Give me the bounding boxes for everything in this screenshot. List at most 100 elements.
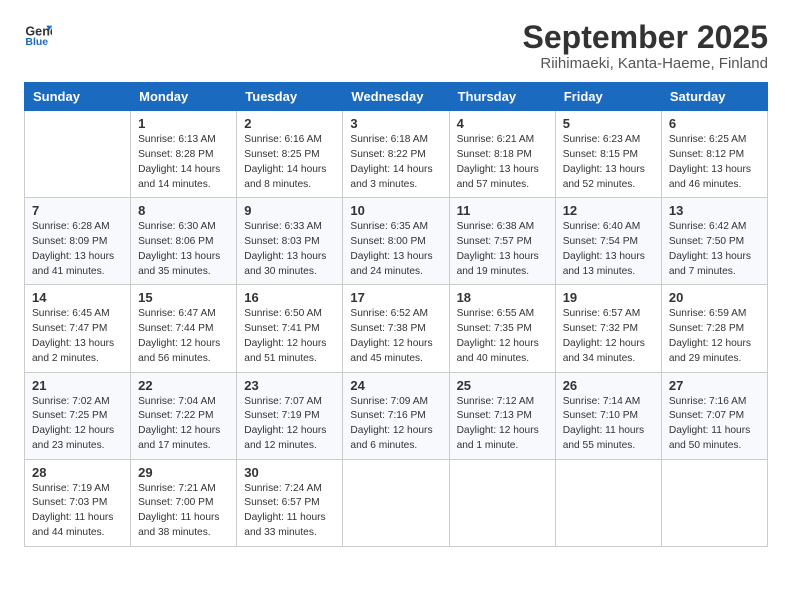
calendar-cell: 30 Sunrise: 7:24 AMSunset: 6:57 PMDayligh… [237, 459, 343, 546]
day-info: Sunrise: 6:21 AMSunset: 8:18 PMDaylight:… [457, 133, 548, 192]
day-info: Sunrise: 6:47 AMSunset: 7:44 PMDaylight:… [138, 307, 229, 366]
day-info: Sunrise: 7:19 AMSunset: 7:03 PMDaylight:… [32, 482, 123, 541]
day-info: Sunrise: 7:14 AMSunset: 7:10 PMDaylight:… [563, 395, 654, 454]
day-info: Sunrise: 6:23 AMSunset: 8:15 PMDaylight:… [563, 133, 654, 192]
day-info: Sunrise: 7:21 AMSunset: 7:00 PMDaylight:… [138, 482, 229, 541]
svg-text:Blue: Blue [25, 36, 48, 48]
weekday-header-friday: Friday [555, 83, 661, 111]
weekday-header-monday: Monday [131, 83, 237, 111]
calendar-cell: 24 Sunrise: 7:09 AMSunset: 7:16 PMDayligh… [343, 372, 449, 459]
calendar-cell: 6 Sunrise: 6:25 AMSunset: 8:12 PMDaylight… [661, 111, 767, 198]
day-info: Sunrise: 7:04 AMSunset: 7:22 PMDaylight:… [138, 395, 229, 454]
day-number: 30 [244, 465, 335, 480]
day-number: 5 [563, 116, 654, 131]
logo-icon: General Blue [24, 20, 52, 48]
day-info: Sunrise: 6:42 AMSunset: 7:50 PMDaylight:… [669, 220, 760, 279]
day-info: Sunrise: 6:50 AMSunset: 7:41 PMDaylight:… [244, 307, 335, 366]
day-number: 9 [244, 203, 335, 218]
calendar-cell: 23Sunrise: 7:07 AMSunset: 7:19 PMDayligh… [237, 372, 343, 459]
calendar-cell: 20Sunrise: 6:59 AMSunset: 7:28 PMDayligh… [661, 285, 767, 372]
day-number: 11 [457, 203, 548, 218]
calendar-cell [449, 459, 555, 546]
day-number: 20 [669, 290, 760, 305]
calendar-cell: 29Sunrise: 7:21 AMSunset: 7:00 PMDayligh… [131, 459, 237, 546]
day-info: Sunrise: 6:55 AMSunset: 7:35 PMDaylight:… [457, 307, 548, 366]
calendar-cell [343, 459, 449, 546]
calendar-cell: 21Sunrise: 7:02 AMSunset: 7:25 PMDayligh… [25, 372, 131, 459]
day-number: 16 [244, 290, 335, 305]
day-info: Sunrise: 6:35 AMSunset: 8:00 PMDaylight:… [350, 220, 441, 279]
calendar-cell: 1 Sunrise: 6:13 AMSunset: 8:28 PMDaylight… [131, 111, 237, 198]
location-title: Riihimaeki, Kanta-Haeme, Finland [523, 55, 768, 72]
day-info: Sunrise: 7:12 AMSunset: 7:13 PMDaylight:… [457, 395, 548, 454]
calendar-cell: 5 Sunrise: 6:23 AMSunset: 8:15 PMDaylight… [555, 111, 661, 198]
day-number: 26 [563, 378, 654, 393]
day-number: 22 [138, 378, 229, 393]
day-info: Sunrise: 6:28 AMSunset: 8:09 PMDaylight:… [32, 220, 123, 279]
weekday-header-sunday: Sunday [25, 83, 131, 111]
day-info: Sunrise: 6:52 AMSunset: 7:38 PMDaylight:… [350, 307, 441, 366]
title-area: September 2025 Riihimaeki, Kanta-Haeme, … [523, 20, 768, 72]
day-info: Sunrise: 6:40 AMSunset: 7:54 PMDaylight:… [563, 220, 654, 279]
day-number: 17 [350, 290, 441, 305]
calendar-week-1: 1 Sunrise: 6:13 AMSunset: 8:28 PMDaylight… [25, 111, 768, 198]
day-number: 7 [32, 203, 123, 218]
month-title: September 2025 [523, 20, 768, 55]
weekday-header-wednesday: Wednesday [343, 83, 449, 111]
calendar-cell: 11 Sunrise: 6:38 AMSunset: 7:57 PMDayligh… [449, 198, 555, 285]
calendar-cell: 13 Sunrise: 6:42 AMSunset: 7:50 PMDayligh… [661, 198, 767, 285]
day-number: 4 [457, 116, 548, 131]
calendar-week-5: 28Sunrise: 7:19 AMSunset: 7:03 PMDayligh… [25, 459, 768, 546]
calendar-cell: 28Sunrise: 7:19 AMSunset: 7:03 PMDayligh… [25, 459, 131, 546]
weekday-header-row: SundayMondayTuesdayWednesdayThursdayFrid… [25, 83, 768, 111]
calendar-cell: 9Sunrise: 6:33 AMSunset: 8:03 PMDaylight… [237, 198, 343, 285]
day-info: Sunrise: 6:13 AMSunset: 8:28 PMDaylight:… [138, 133, 229, 192]
day-number: 13 [669, 203, 760, 218]
page-header: General Blue September 2025 Riihimaeki, … [24, 20, 768, 72]
day-number: 8 [138, 203, 229, 218]
day-number: 10 [350, 203, 441, 218]
day-info: Sunrise: 6:16 AMSunset: 8:25 PMDaylight:… [244, 133, 335, 192]
day-info: Sunrise: 6:25 AMSunset: 8:12 PMDaylight:… [669, 133, 760, 192]
day-info: Sunrise: 7:09 AMSunset: 7:16 PMDaylight:… [350, 395, 441, 454]
day-info: Sunrise: 6:38 AMSunset: 7:57 PMDaylight:… [457, 220, 548, 279]
day-info: Sunrise: 6:18 AMSunset: 8:22 PMDaylight:… [350, 133, 441, 192]
day-number: 6 [669, 116, 760, 131]
logo: General Blue [24, 20, 52, 48]
day-info: Sunrise: 6:57 AMSunset: 7:32 PMDaylight:… [563, 307, 654, 366]
calendar-cell: 27 Sunrise: 7:16 AMSunset: 7:07 PMDayligh… [661, 372, 767, 459]
day-number: 24 [350, 378, 441, 393]
calendar-cell: 16 Sunrise: 6:50 AMSunset: 7:41 PMDayligh… [237, 285, 343, 372]
calendar-cell: 17 Sunrise: 6:52 AMSunset: 7:38 PMDayligh… [343, 285, 449, 372]
day-info: Sunrise: 6:45 AMSunset: 7:47 PMDaylight:… [32, 307, 123, 366]
day-info: Sunrise: 7:24 AMSunset: 6:57 PMDaylight:… [244, 482, 335, 541]
day-number: 25 [457, 378, 548, 393]
calendar-cell: 10 Sunrise: 6:35 AMSunset: 8:00 PMDayligh… [343, 198, 449, 285]
weekday-header-thursday: Thursday [449, 83, 555, 111]
day-number: 2 [244, 116, 335, 131]
day-info: Sunrise: 7:16 AMSunset: 7:07 PMDaylight:… [669, 395, 760, 454]
day-number: 21 [32, 378, 123, 393]
calendar-cell [661, 459, 767, 546]
calendar-cell: 18Sunrise: 6:55 AMSunset: 7:35 PMDayligh… [449, 285, 555, 372]
calendar-cell: 25 Sunrise: 7:12 AMSunset: 7:13 PMDayligh… [449, 372, 555, 459]
day-info: Sunrise: 6:30 AMSunset: 8:06 PMDaylight:… [138, 220, 229, 279]
day-number: 1 [138, 116, 229, 131]
calendar-week-4: 21Sunrise: 7:02 AMSunset: 7:25 PMDayligh… [25, 372, 768, 459]
calendar-cell: 8 Sunrise: 6:30 AMSunset: 8:06 PMDaylight… [131, 198, 237, 285]
calendar-cell: 3 Sunrise: 6:18 AMSunset: 8:22 PMDaylight… [343, 111, 449, 198]
day-number: 12 [563, 203, 654, 218]
calendar-cell: 26 Sunrise: 7:14 AMSunset: 7:10 PMDayligh… [555, 372, 661, 459]
calendar-cell: 14 Sunrise: 6:45 AMSunset: 7:47 PMDayligh… [25, 285, 131, 372]
day-number: 3 [350, 116, 441, 131]
calendar-cell: 15 Sunrise: 6:47 AMSunset: 7:44 PMDayligh… [131, 285, 237, 372]
day-number: 27 [669, 378, 760, 393]
calendar-cell: 19 Sunrise: 6:57 AMSunset: 7:32 PMDayligh… [555, 285, 661, 372]
day-number: 15 [138, 290, 229, 305]
day-number: 19 [563, 290, 654, 305]
calendar-cell: 22 Sunrise: 7:04 AMSunset: 7:22 PMDayligh… [131, 372, 237, 459]
day-number: 14 [32, 290, 123, 305]
day-info: Sunrise: 7:07 AMSunset: 7:19 PMDaylight:… [244, 395, 335, 454]
calendar-cell: 2 Sunrise: 6:16 AMSunset: 8:25 PMDaylight… [237, 111, 343, 198]
calendar-cell: 12 Sunrise: 6:40 AMSunset: 7:54 PMDayligh… [555, 198, 661, 285]
